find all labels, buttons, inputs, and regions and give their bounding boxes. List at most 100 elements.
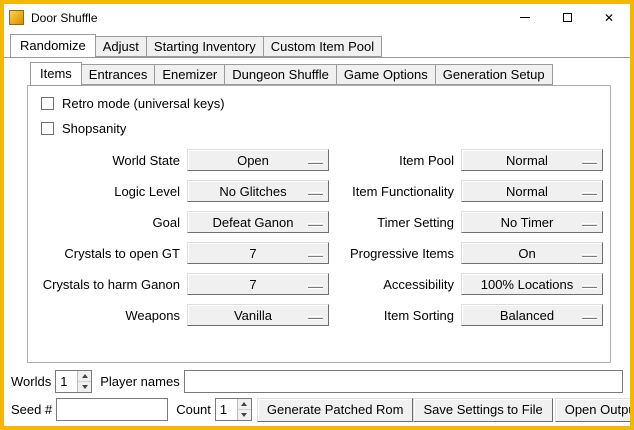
- maximize-icon: [563, 13, 572, 22]
- tab-game-options[interactable]: Game Options: [336, 64, 436, 85]
- goal-label: Goal: [34, 215, 180, 230]
- item-functionality-value: Normal: [506, 184, 558, 199]
- titlebar[interactable]: Door Shuffle ✕: [4, 4, 630, 31]
- world-state-label: World State: [34, 153, 180, 168]
- tab-generation-setup[interactable]: Generation Setup: [435, 64, 553, 85]
- crystals-to-open-gt-label: Crystals to open GT: [34, 246, 180, 261]
- crystals-to-open-gt-value: 7: [249, 246, 266, 261]
- timer-setting-dropdown[interactable]: No Timer: [461, 211, 603, 233]
- goal-value: Defeat Ganon: [213, 215, 304, 230]
- minimize-icon: [520, 17, 530, 18]
- dropdown-indicator-icon: [582, 316, 597, 319]
- main-tab-bar: Randomize Adjust Starting Inventory Cust…: [4, 34, 630, 57]
- close-button[interactable]: ✕: [588, 4, 630, 31]
- crystals-to-open-gt-dropdown[interactable]: 7: [187, 242, 329, 264]
- dropdown-indicator-icon: [308, 192, 323, 195]
- save-settings-button[interactable]: Save Settings to File: [413, 398, 552, 422]
- arrow-down-icon: [82, 385, 88, 389]
- worlds-spin-up-button[interactable]: [78, 371, 91, 381]
- player-names-input[interactable]: [184, 370, 623, 393]
- weapons-value: Vanilla: [234, 308, 282, 323]
- dropdown-indicator-icon: [308, 161, 323, 164]
- worlds-spin-arrows: [77, 371, 91, 392]
- progressive-items-value: On: [518, 246, 545, 261]
- tab-enemizer[interactable]: Enemizer: [154, 64, 225, 85]
- progressive-items-label: Progressive Items: [336, 246, 454, 261]
- count-spinbox[interactable]: 1: [215, 398, 252, 421]
- count-spin-up-button[interactable]: [238, 399, 251, 409]
- dropdown-indicator-icon: [308, 316, 323, 319]
- retro-mode-checkbox[interactable]: [41, 97, 54, 110]
- worlds-spin-down-button[interactable]: [78, 381, 91, 392]
- timer-setting-label: Timer Setting: [336, 215, 454, 230]
- timer-setting-value: No Timer: [501, 215, 564, 230]
- worlds-value: 1: [56, 371, 77, 392]
- shopsanity-label: Shopsanity: [62, 121, 126, 136]
- item-pool-dropdown[interactable]: Normal: [461, 149, 603, 171]
- weapons-label: Weapons: [34, 308, 180, 323]
- seed-row: Seed # Count 1 Generate Patched Rom Save…: [11, 398, 623, 421]
- item-sorting-value: Balanced: [500, 308, 564, 323]
- weapons-dropdown[interactable]: Vanilla: [187, 304, 329, 326]
- open-output-button[interactable]: Open Output Directory: [555, 398, 634, 422]
- sub-tab-bar: Items Entrances Enemizer Dungeon Shuffle…: [4, 62, 630, 85]
- world-state-value: Open: [237, 153, 279, 168]
- count-spin-down-button[interactable]: [238, 409, 251, 420]
- maximize-button[interactable]: [546, 4, 588, 31]
- retro-mode-label: Retro mode (universal keys): [62, 96, 225, 111]
- window-controls: ✕: [504, 4, 630, 31]
- logic-level-label: Logic Level: [34, 184, 180, 199]
- count-spin-arrows: [237, 399, 251, 420]
- tab-randomize[interactable]: Randomize: [10, 34, 96, 58]
- dropdown-indicator-icon: [582, 192, 597, 195]
- item-sorting-label: Item Sorting: [336, 308, 454, 323]
- tab-dungeon-shuffle[interactable]: Dungeon Shuffle: [224, 64, 337, 85]
- app-icon: [9, 10, 24, 25]
- arrow-up-icon: [82, 374, 88, 378]
- player-names-label: Player names: [100, 374, 179, 389]
- item-pool-value: Normal: [506, 153, 558, 168]
- tab-entrances[interactable]: Entrances: [81, 64, 156, 85]
- options-grid: World State Open Item Pool Normal Logic …: [34, 149, 610, 326]
- close-icon: ✕: [604, 12, 614, 24]
- dropdown-indicator-icon: [582, 254, 597, 257]
- worlds-spinbox[interactable]: 1: [55, 370, 92, 393]
- seed-input[interactable]: [56, 398, 168, 421]
- crystals-to-harm-ganon-dropdown[interactable]: 7: [187, 273, 329, 295]
- logic-level-dropdown[interactable]: No Glitches: [187, 180, 329, 202]
- tab-starting-inventory[interactable]: Starting Inventory: [146, 36, 264, 57]
- dropdown-indicator-icon: [582, 285, 597, 288]
- minimize-button[interactable]: [504, 4, 546, 31]
- tab-items[interactable]: Items: [30, 62, 82, 86]
- generate-button[interactable]: Generate Patched Rom: [257, 398, 414, 422]
- item-functionality-label: Item Functionality: [336, 184, 454, 199]
- seed-label: Seed #: [11, 402, 52, 417]
- logic-level-value: No Glitches: [219, 184, 296, 199]
- accessibility-label: Accessibility: [336, 277, 454, 292]
- retro-mode-checkbox-row: Retro mode (universal keys): [41, 91, 610, 116]
- accessibility-dropdown[interactable]: 100% Locations: [461, 273, 603, 295]
- items-pane: Retro mode (universal keys) Shopsanity W…: [27, 85, 611, 363]
- tab-adjust[interactable]: Adjust: [95, 36, 147, 57]
- crystals-to-harm-ganon-label: Crystals to harm Ganon: [34, 277, 180, 292]
- dropdown-indicator-icon: [308, 254, 323, 257]
- item-sorting-dropdown[interactable]: Balanced: [461, 304, 603, 326]
- dropdown-indicator-icon: [308, 285, 323, 288]
- shopsanity-checkbox[interactable]: [41, 122, 54, 135]
- progressive-items-dropdown[interactable]: On: [461, 242, 603, 264]
- worlds-row: Worlds 1 Player names: [11, 370, 623, 393]
- world-state-dropdown[interactable]: Open: [187, 149, 329, 171]
- dropdown-indicator-icon: [582, 161, 597, 164]
- item-functionality-dropdown[interactable]: Normal: [461, 180, 603, 202]
- arrow-up-icon: [241, 402, 247, 406]
- goal-dropdown[interactable]: Defeat Ganon: [187, 211, 329, 233]
- dropdown-indicator-icon: [582, 223, 597, 226]
- window: Door Shuffle ✕ Randomize Adjust Starting…: [0, 0, 634, 430]
- accessibility-value: 100% Locations: [481, 277, 584, 292]
- count-value: 1: [216, 399, 237, 420]
- randomize-pane: Items Entrances Enemizer Dungeon Shuffle…: [4, 57, 630, 426]
- bottom-frame: Worlds 1 Player names Seed # Count 1: [4, 367, 630, 426]
- shopsanity-checkbox-row: Shopsanity: [41, 116, 610, 141]
- window-title: Door Shuffle: [31, 11, 98, 25]
- tab-custom-item-pool[interactable]: Custom Item Pool: [263, 36, 382, 57]
